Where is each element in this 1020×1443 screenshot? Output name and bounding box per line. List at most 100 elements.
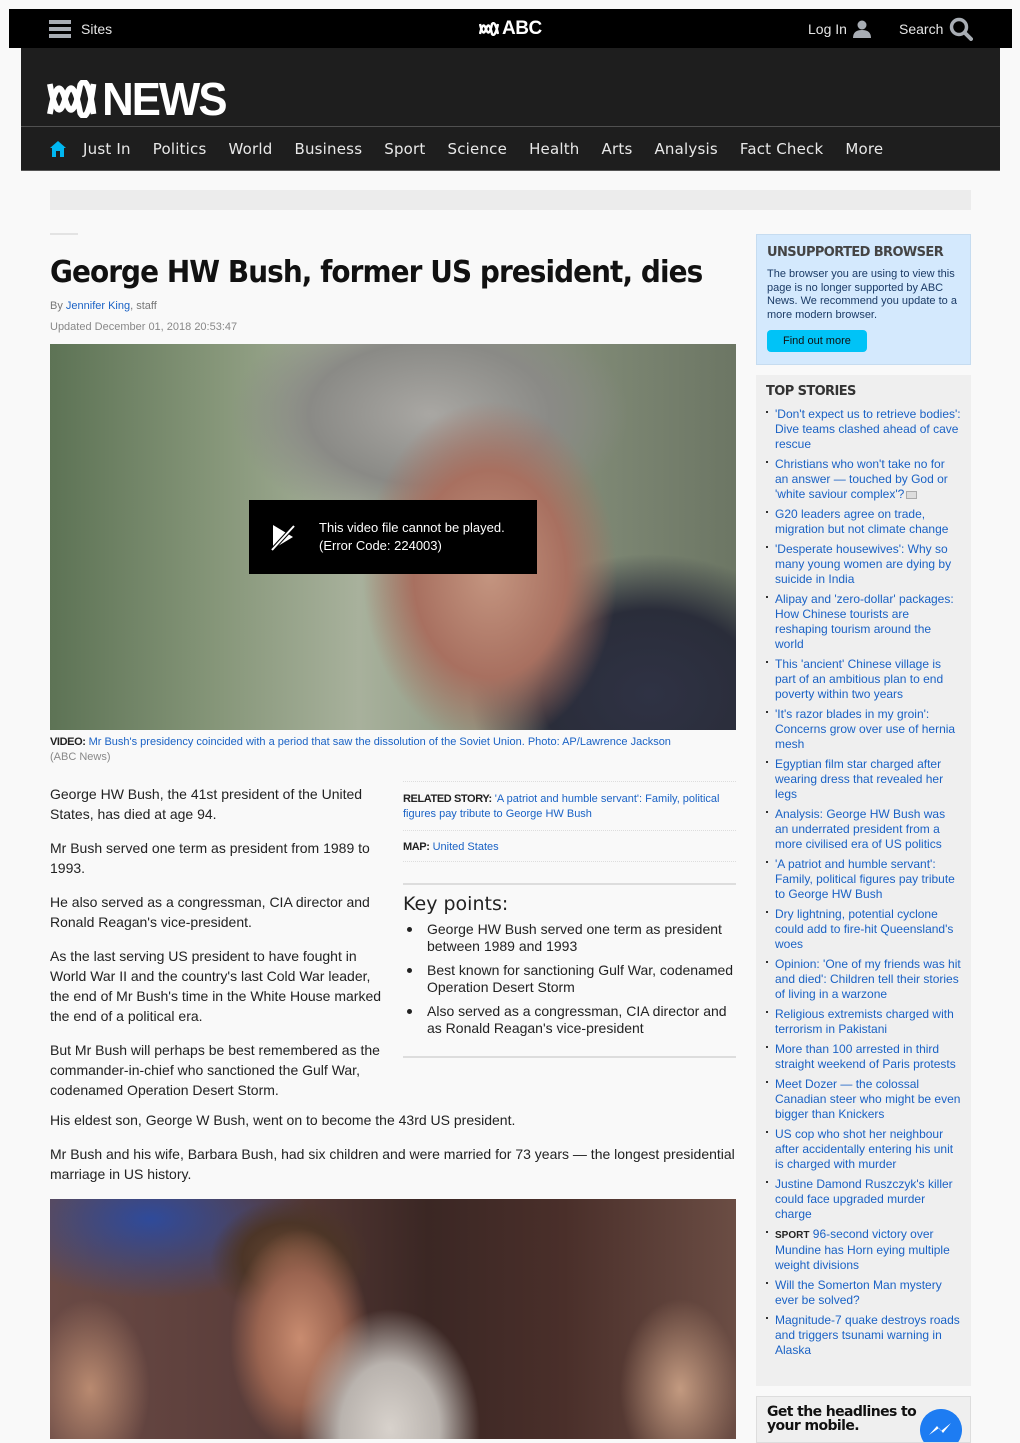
paragraph: His eldest son, George W Bush, went on t… <box>50 1112 516 1128</box>
mobile-promo-text: Get the headlines to your mobile. <box>767 1404 917 1434</box>
login-label: Log In <box>808 20 847 37</box>
paragraph: He also served as a congressman, CIA dir… <box>50 894 370 930</box>
ad-placeholder <box>50 190 971 210</box>
story-tag: SPORT <box>775 1230 810 1241</box>
top-story-link[interactable]: 'Desperate housewives': Why so many youn… <box>775 542 951 586</box>
caption-link[interactable]: Mr Bush's presidency coincided with a pe… <box>89 736 671 748</box>
top-story-link[interactable]: Opinion: 'One of my friends was hit and … <box>775 957 961 1001</box>
unsupported-title: UNSUPPORTED BROWSER <box>767 245 944 260</box>
nav-item-politics[interactable]: Politics <box>153 140 207 158</box>
article-title: George HW Bush, former US president, die… <box>50 255 703 290</box>
paragraph: But Mr Bush will perhaps be best remembe… <box>50 1042 380 1098</box>
key-point: Also served as a congressman, CIA direct… <box>403 1003 736 1037</box>
hamburger-icon <box>49 19 71 38</box>
top-story-item: Justine Damond Ruszczyk's killer could f… <box>766 1177 961 1222</box>
top-story-link[interactable]: Christians who won't take no for an answ… <box>775 457 948 501</box>
unsupported-text: The browser you are using to view this p… <box>767 268 957 321</box>
top-story-item: 'Don't expect us to retrieve bodies': Di… <box>766 407 961 452</box>
user-icon <box>852 20 871 38</box>
video-caption: VIDEO: Mr Bush's presidency coincided wi… <box>50 735 736 765</box>
search-button[interactable]: Search <box>899 9 974 48</box>
video-error-line1: This video file cannot be played. <box>319 520 505 535</box>
top-story-link[interactable]: Magnitude-7 quake destroys roads and tri… <box>775 1313 960 1357</box>
top-story-link[interactable]: G20 leaders agree on trade, migration bu… <box>775 507 948 536</box>
paragraph: Mr Bush served one term as president fro… <box>50 840 370 876</box>
top-story-item: 'It's razor blades in my groin': Concern… <box>766 707 961 752</box>
top-story-item: US cop who shot her neighbour after acci… <box>766 1127 961 1172</box>
top-story-link[interactable]: Analysis: George HW Bush was an underrat… <box>775 807 945 851</box>
main-nav: Just In Politics World Business Sport Sc… <box>21 127 905 170</box>
top-stories-list: 'Don't expect us to retrieve bodies': Di… <box>766 407 961 1358</box>
top-story-item: SPORT 96-second victory over Mundine has… <box>766 1227 961 1273</box>
kicker-line <box>50 233 78 235</box>
top-story-item: Christians who won't take no for an answ… <box>766 457 961 502</box>
top-story-link[interactable]: 'Don't expect us to retrieve bodies': Di… <box>775 407 961 451</box>
nav-item-business[interactable]: Business <box>294 140 362 158</box>
sites-label: Sites <box>81 20 113 37</box>
author-link[interactable]: Jennifer King <box>66 300 130 312</box>
top-story-item: G20 leaders agree on trade, migration bu… <box>766 507 961 537</box>
top-story-link[interactable]: 'It's razor blades in my groin': Concern… <box>775 707 955 751</box>
top-story-item: Analysis: George HW Bush was an underrat… <box>766 807 961 852</box>
video-error-line2: (Error Code: 224003) <box>319 538 442 553</box>
paragraph: As the last serving US president to have… <box>50 948 382 1024</box>
top-story-item: Dry lightning, potential cyclone could a… <box>766 907 961 952</box>
top-story-item: Magnitude-7 quake destroys roads and tri… <box>766 1313 961 1358</box>
key-points: Key points: George HW Bush served one te… <box>403 883 736 1058</box>
caption-source: (ABC News) <box>50 751 111 763</box>
sites-menu-button[interactable]: Sites <box>49 9 112 48</box>
global-top-bar: Sites ABC Log In Search <box>9 9 1012 48</box>
find-out-more-button[interactable]: Find out more <box>767 330 867 352</box>
video-error-message: This video file cannot be played. (Error… <box>249 500 537 574</box>
top-stories-title: TOP STORIES <box>766 384 856 399</box>
abc-news-logo[interactable]: NEWS <box>47 72 227 126</box>
paragraph: George HW Bush, the 41st president of th… <box>50 786 363 822</box>
top-story-item: Meet Dozer — the colossal Canadian steer… <box>766 1077 961 1122</box>
top-story-link[interactable]: More than 100 arrested in third straight… <box>775 1042 956 1071</box>
nav-item-fact-check[interactable]: Fact Check <box>740 140 823 158</box>
video-player[interactable]: This video file cannot be played. (Error… <box>50 344 736 730</box>
nav-item-arts[interactable]: Arts <box>602 140 633 158</box>
nav-item-science[interactable]: Science <box>448 140 508 158</box>
top-story-link[interactable]: Religious extremists charged with terror… <box>775 1007 954 1036</box>
photo-bush-couple <box>50 1199 736 1439</box>
byline-prefix: By <box>50 300 63 312</box>
top-story-link[interactable]: Meet Dozer — the colossal Canadian steer… <box>775 1077 960 1121</box>
map-link[interactable]: United States <box>433 841 499 853</box>
nav-item-sport[interactable]: Sport <box>384 140 425 158</box>
top-story-link[interactable]: US cop who shot her neighbour after acci… <box>775 1127 953 1171</box>
top-story-link[interactable]: Justine Damond Ruszczyk's killer could f… <box>775 1177 953 1221</box>
top-story-link[interactable]: Alipay and 'zero-dollar' packages: How C… <box>775 592 954 651</box>
nav-item-just-in[interactable]: Just In <box>83 140 131 158</box>
top-story-link[interactable]: 'A patriot and humble servant': Family, … <box>775 857 955 901</box>
byline: By Jennifer King, staff <box>50 300 736 312</box>
abc-logo-icon <box>47 80 97 118</box>
byline-suffix: , staff <box>130 300 157 312</box>
top-story-link[interactable]: Dry lightning, potential cyclone could a… <box>775 907 953 951</box>
top-story-link[interactable]: This 'ancient' Chinese village is part o… <box>775 657 943 701</box>
nav-item-health[interactable]: Health <box>529 140 579 158</box>
messenger-icon <box>920 1409 962 1442</box>
nav-item-analysis[interactable]: Analysis <box>654 140 717 158</box>
caption-label: VIDEO: <box>50 736 86 748</box>
home-icon[interactable] <box>49 140 67 158</box>
abc-home-link[interactable]: ABC <box>479 9 542 48</box>
login-button[interactable]: Log In <box>808 9 871 48</box>
search-label: Search <box>899 20 944 37</box>
top-story-item: 'A patriot and humble servant': Family, … <box>766 857 961 902</box>
top-story-item: Egyptian film star charged after wearing… <box>766 757 961 802</box>
paragraph: Mr Bush and his wife, Barbara Bush, had … <box>50 1146 735 1182</box>
top-stories: TOP STORIES 'Don't expect us to retrieve… <box>756 375 971 1386</box>
mobile-headlines-promo[interactable]: Get the headlines to your mobile. <box>756 1396 971 1443</box>
article: George HW Bush, former US president, die… <box>50 233 736 1439</box>
top-story-link[interactable]: Will the Somerton Man mystery ever be so… <box>775 1278 942 1307</box>
related-story-label: RELATED STORY: <box>403 793 492 805</box>
nav-item-world[interactable]: World <box>228 140 272 158</box>
top-story-item: This 'ancient' Chinese village is part o… <box>766 657 961 702</box>
top-story-link[interactable]: Egyptian film star charged after wearing… <box>775 757 943 801</box>
video-unavailable-icon <box>269 523 297 553</box>
article-photo <box>50 1199 736 1439</box>
nav-item-more[interactable]: More <box>845 140 883 158</box>
search-icon <box>950 17 974 41</box>
article-aside: RELATED STORY: 'A patriot and humble ser… <box>403 781 736 1058</box>
